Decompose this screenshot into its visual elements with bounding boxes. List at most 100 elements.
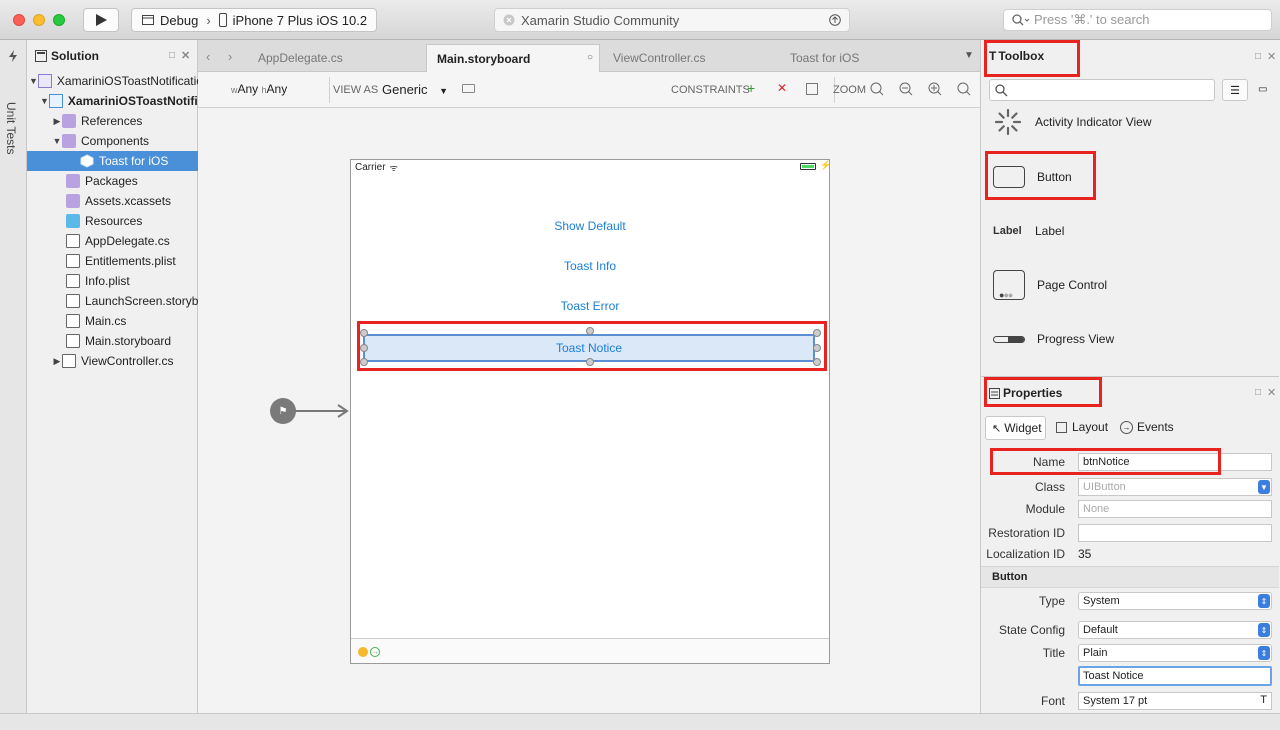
view-as-selector[interactable]: Generic ▼ bbox=[382, 82, 448, 97]
upload-icon[interactable] bbox=[829, 14, 841, 26]
maximize-pad-icon[interactable]: □ bbox=[1255, 387, 1261, 398]
module-input[interactable]: None bbox=[1078, 500, 1272, 518]
toolbox-item-progress-view[interactable]: Progress View bbox=[981, 312, 1279, 366]
font-label: Font bbox=[1040, 694, 1065, 708]
tab-widget[interactable]: ↖ Widget bbox=[985, 416, 1046, 440]
toolbox-item-label: Label bbox=[1035, 224, 1065, 238]
tab-layout[interactable]: Layout bbox=[1056, 420, 1108, 434]
unit-tests-tab[interactable]: Unit Tests bbox=[4, 102, 18, 154]
resize-handle[interactable] bbox=[360, 329, 368, 337]
resize-handle[interactable] bbox=[360, 358, 368, 366]
toolbox-item-button[interactable]: Button bbox=[981, 150, 1279, 204]
resize-handle[interactable] bbox=[586, 327, 594, 335]
tree-item-assets[interactable]: Assets.xcassets bbox=[27, 191, 198, 211]
toast-notice-label: Toast Notice bbox=[555, 341, 623, 355]
tree-item-components[interactable]: ▼ Components bbox=[27, 131, 198, 151]
type-select[interactable]: System ⇕ bbox=[1078, 592, 1272, 610]
tab-toast-for-ios[interactable]: Toast for iOS bbox=[780, 44, 956, 72]
collapse-triangle-icon[interactable]: ▶ bbox=[52, 116, 62, 127]
toolbox-icon: T bbox=[989, 49, 997, 63]
resize-handle[interactable] bbox=[586, 358, 594, 366]
toast-error-button[interactable]: Toast Error bbox=[351, 299, 829, 313]
expand-triangle-icon[interactable]: ▼ bbox=[40, 96, 49, 106]
size-class-selector[interactable]: wAny hAny bbox=[231, 82, 287, 96]
tree-label: Main.storyboard bbox=[85, 334, 172, 348]
toolbox-item-page-control[interactable]: ●●● Page Control bbox=[981, 258, 1279, 312]
add-constraints-icon[interactable]: + bbox=[747, 80, 755, 96]
update-frames-icon[interactable] bbox=[806, 83, 818, 95]
show-default-button[interactable]: Show Default bbox=[351, 219, 829, 233]
minimize-window-button[interactable] bbox=[33, 14, 45, 26]
resize-handle[interactable] bbox=[813, 329, 821, 337]
restoration-input[interactable] bbox=[1078, 524, 1272, 542]
close-pad-icon[interactable]: ✕ bbox=[181, 49, 190, 62]
tab-appdelegate[interactable]: AppDelegate.cs bbox=[248, 44, 424, 72]
forward-icon[interactable]: › bbox=[228, 49, 232, 64]
title-select[interactable]: Plain ⇕ bbox=[1078, 644, 1272, 662]
tab-overflow-icon[interactable]: ▼ bbox=[964, 50, 974, 61]
tree-item-project[interactable]: ▼ XamariniOSToastNotific bbox=[27, 91, 198, 111]
toolbox-item-activity-indicator[interactable]: Activity Indicator View bbox=[981, 95, 1279, 149]
toolbox-item-label[interactable]: Label Label bbox=[981, 204, 1279, 258]
tree-item-main-storyboard[interactable]: Main.storyboard bbox=[27, 331, 198, 351]
tree-label: LaunchScreen.storyboard bbox=[85, 294, 198, 308]
tree-item-launchscreen[interactable]: LaunchScreen.storyboard bbox=[27, 291, 198, 311]
zoom-fit-icon[interactable] bbox=[870, 82, 884, 96]
properties-icon bbox=[989, 387, 1000, 399]
configuration-selector[interactable]: Debug › iPhone 7 Plus iOS 10.2 bbox=[131, 8, 377, 32]
view-controller-icon[interactable] bbox=[358, 647, 368, 657]
state-config-select[interactable]: Default ⇕ bbox=[1078, 621, 1272, 639]
collapse-triangle-icon[interactable]: ▶ bbox=[52, 356, 62, 367]
tree-item-packages[interactable]: Packages bbox=[27, 171, 198, 191]
tree-item-appdelegate[interactable]: AppDelegate.cs bbox=[27, 231, 198, 251]
tree-item-viewcontroller[interactable]: ▶ ViewController.cs bbox=[27, 351, 198, 371]
tree-item-toast-for-ios[interactable]: Toast for iOS bbox=[27, 151, 198, 171]
zoom-window-button[interactable] bbox=[53, 14, 65, 26]
zoom-in-icon[interactable] bbox=[928, 82, 942, 96]
maximize-pad-icon[interactable]: □ bbox=[169, 50, 175, 61]
close-pad-icon[interactable]: ✕ bbox=[1267, 50, 1276, 63]
resize-handle[interactable] bbox=[813, 344, 821, 352]
run-button[interactable] bbox=[83, 8, 119, 32]
expand-triangle-icon[interactable]: ▼ bbox=[52, 136, 62, 146]
tab-events[interactable]: → Events bbox=[1120, 420, 1174, 434]
exit-icon[interactable]: → bbox=[370, 647, 380, 657]
tree-item-references[interactable]: ▶ References bbox=[27, 111, 198, 131]
folder-icon bbox=[66, 214, 80, 228]
tree-item-main-cs[interactable]: Main.cs bbox=[27, 311, 198, 331]
tab-main-storyboard[interactable]: Main.storyboard ○ bbox=[426, 44, 600, 72]
solution-title: Solution bbox=[51, 49, 99, 63]
size-any-w: Any bbox=[237, 82, 259, 96]
label-icon: Label bbox=[993, 225, 1022, 237]
zoom-actual-icon[interactable] bbox=[957, 82, 971, 96]
tree-item-resources[interactable]: Resources bbox=[27, 211, 198, 231]
tab-viewcontroller[interactable]: ViewController.cs bbox=[603, 44, 779, 72]
maximize-pad-icon[interactable]: □ bbox=[1255, 51, 1261, 62]
title-text-input[interactable]: Toast Notice bbox=[1078, 666, 1272, 686]
orientation-icon[interactable] bbox=[462, 84, 475, 93]
class-label: Class bbox=[1034, 480, 1065, 494]
search-input[interactable]: Press '⌘.' to search bbox=[1003, 9, 1272, 31]
zoom-out-icon[interactable] bbox=[899, 82, 913, 96]
tree-item-entitlements[interactable]: Entitlements.plist bbox=[27, 251, 198, 271]
font-picker-icon[interactable]: T bbox=[1260, 694, 1267, 706]
expand-triangle-icon[interactable]: ▼ bbox=[29, 76, 38, 86]
back-icon[interactable]: ‹ bbox=[206, 49, 210, 64]
view-controller-scene[interactable]: Carrier ᯤ ⚡ Show Default Toast Info Toas… bbox=[350, 159, 831, 664]
compact-view-icon[interactable]: ▭ bbox=[1258, 84, 1267, 95]
name-input[interactable]: btnNotice bbox=[1078, 453, 1272, 471]
button-section-header[interactable]: Button bbox=[981, 566, 1279, 588]
close-pad-icon[interactable]: ✕ bbox=[1267, 386, 1276, 399]
font-field[interactable]: System 17 pt T bbox=[1078, 692, 1272, 710]
toast-info-button[interactable]: Toast Info bbox=[351, 259, 829, 273]
localization-label: Localization ID bbox=[986, 547, 1065, 561]
close-window-button[interactable] bbox=[13, 14, 25, 26]
entry-point-icon[interactable]: ⚑ bbox=[270, 398, 296, 424]
remove-constraints-icon[interactable]: ✕ bbox=[777, 81, 787, 95]
close-tab-icon[interactable]: ○ bbox=[587, 52, 593, 63]
tree-item-info-plist[interactable]: Info.plist bbox=[27, 271, 198, 291]
tree-item-solution[interactable]: ▼ XamariniOSToastNotificatio bbox=[27, 71, 198, 91]
resize-handle[interactable] bbox=[813, 358, 821, 366]
class-combo[interactable]: UIButton ▼ bbox=[1078, 478, 1272, 496]
resize-handle[interactable] bbox=[360, 344, 368, 352]
